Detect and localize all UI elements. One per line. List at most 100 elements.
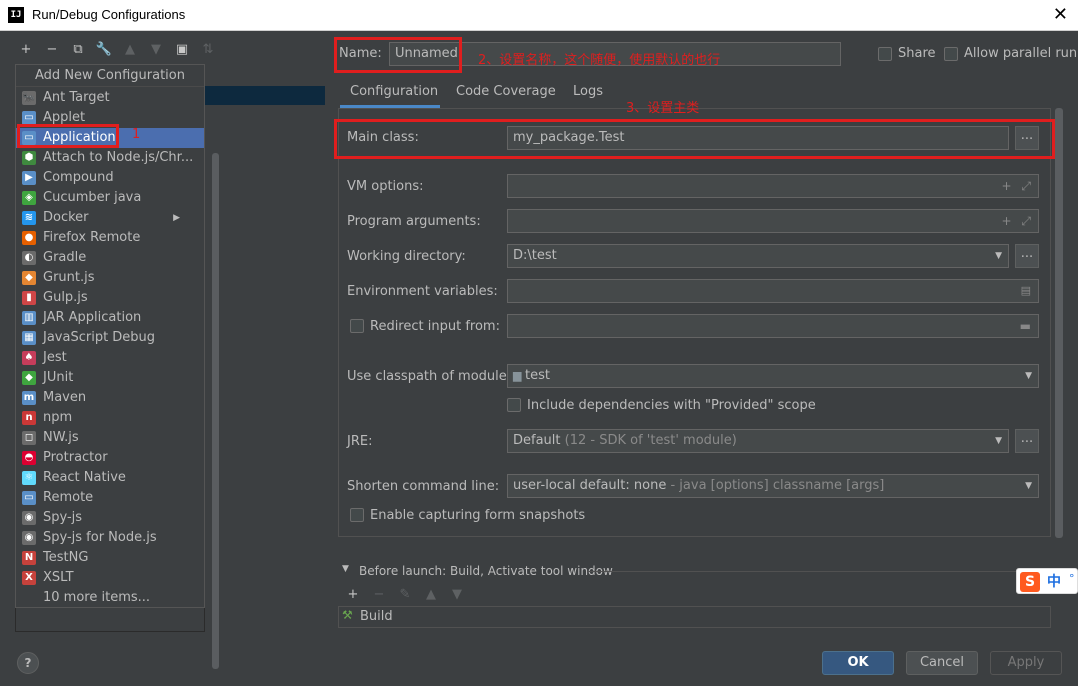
popup-item-grunt-js[interactable]: ◆ Grunt.js xyxy=(16,268,204,288)
before-launch-title: Before launch: Build, Activate tool wind… xyxy=(359,564,613,578)
expand-icon[interactable]: + ⤢ xyxy=(1002,175,1034,197)
annotation-step-1: 1 xyxy=(132,127,141,142)
shorten-command-line-select[interactable]: user-local default: none - java [options… xyxy=(507,474,1039,498)
share-checkbox[interactable] xyxy=(878,47,892,61)
add-task-icon[interactable]: + xyxy=(344,586,362,604)
copy-icon[interactable]: ⧉ xyxy=(69,41,87,59)
before-launch-expand-icon[interactable]: ▼ xyxy=(342,564,349,574)
redirect-input-field[interactable]: ▬ xyxy=(507,314,1039,338)
panel-scrollbar[interactable] xyxy=(1055,108,1063,538)
vm-options-label: VM options: xyxy=(347,179,424,194)
popup-item-label: Remote xyxy=(43,490,94,505)
allow-parallel-checkbox[interactable] xyxy=(944,47,958,61)
shorten-command-line-label: Shorten command line: xyxy=(347,479,500,494)
redirect-input-checkbox[interactable] xyxy=(350,319,364,333)
cancel-button[interactable]: Cancel xyxy=(906,651,978,675)
build-task-label[interactable]: Build xyxy=(360,609,393,624)
remove-icon[interactable]: − xyxy=(43,41,61,59)
popup-item-cucumber-java[interactable]: ◈ Cucumber java xyxy=(16,188,204,208)
popup-item-xslt[interactable]: X XSLT xyxy=(16,568,204,588)
classpath-module-select[interactable]: ▆ test ▼ xyxy=(507,364,1039,388)
add-icon[interactable]: + xyxy=(17,41,35,59)
jest-icon: ♠ xyxy=(22,351,36,365)
provided-scope-checkbox[interactable] xyxy=(507,398,521,412)
module-folder-icon: ▆ xyxy=(513,369,525,382)
task-down-icon[interactable]: ▼ xyxy=(448,586,466,604)
popup-item-label: Spy-js xyxy=(43,510,83,525)
tree-selection-highlight xyxy=(205,86,325,105)
working-directory-field[interactable]: D:\test ▼ xyxy=(507,244,1009,268)
classpath-module-label: Use classpath of module: xyxy=(347,369,512,384)
expand-icon[interactable]: + ⤢ xyxy=(1002,210,1034,232)
new-folder-icon[interactable]: ▣ xyxy=(173,41,191,59)
folder-icon[interactable]: ▬ xyxy=(1020,315,1034,337)
edit-task-icon[interactable]: ✎ xyxy=(396,586,414,604)
popup-item-nw-js[interactable]: ◻ NW.js xyxy=(16,428,204,448)
popup-item-jest[interactable]: ♠ Jest xyxy=(16,348,204,368)
ime-widget[interactable]: S 中 ° xyxy=(1016,568,1078,594)
nwjs-icon: ◻ xyxy=(22,431,36,445)
help-button[interactable]: ? xyxy=(17,652,39,674)
title-bar: IJ Run/Debug Configurations ✕ xyxy=(0,0,1078,31)
chevron-down-icon[interactable]: ▼ xyxy=(995,245,1002,267)
docker-icon: ≋ xyxy=(22,211,36,225)
popup-item-attach-to-node-js-chr[interactable]: ⬢ Attach to Node.js/Chr... xyxy=(16,148,204,168)
remote-icon: ▭ xyxy=(22,491,36,505)
popup-scrollbar[interactable] xyxy=(212,153,219,669)
sort-icon[interactable]: ⇅ xyxy=(199,41,217,59)
compound-icon: ▶ xyxy=(22,171,36,185)
testng-icon: N xyxy=(22,551,36,565)
before-launch-task-list[interactable]: ⚒ Build xyxy=(338,606,1051,628)
react-icon: ⚛ xyxy=(22,471,36,485)
list-icon[interactable]: ▤ xyxy=(1021,280,1034,302)
popup-item-protractor[interactable]: ◓ Protractor xyxy=(16,448,204,468)
jre-value: Default xyxy=(513,433,561,448)
working-directory-browse-button[interactable]: ... xyxy=(1015,244,1039,268)
chevron-down-icon[interactable]: ▼ xyxy=(995,430,1002,452)
popup-item-testng[interactable]: N TestNG xyxy=(16,548,204,568)
jre-browse-button[interactable]: ... xyxy=(1015,429,1039,453)
popup-item-compound[interactable]: ▶ Compound xyxy=(16,168,204,188)
popup-item-gulp-js[interactable]: ▮ Gulp.js xyxy=(16,288,204,308)
tab-logs[interactable]: Logs xyxy=(573,84,603,99)
wrench-icon[interactable]: 🔧 xyxy=(95,41,113,59)
popup-item-label: JavaScript Debug xyxy=(43,330,156,345)
spyjs-icon: ◉ xyxy=(22,511,36,525)
snapshots-checkbox[interactable] xyxy=(350,508,364,522)
shorten-value: user-local default: none xyxy=(513,478,667,493)
popup-item-firefox-remote[interactable]: ● Firefox Remote xyxy=(16,228,204,248)
jar-icon: ▥ xyxy=(22,311,36,325)
apply-button[interactable]: Apply xyxy=(990,651,1062,675)
move-down-icon[interactable]: ▼ xyxy=(147,41,165,59)
environment-variables-field[interactable]: ▤ xyxy=(507,279,1039,303)
popup-item-junit[interactable]: ◆ JUnit xyxy=(16,368,204,388)
task-up-icon[interactable]: ▲ xyxy=(422,586,440,604)
popup-item-maven[interactable]: m Maven xyxy=(16,388,204,408)
popup-item-ant-target[interactable]: 🐜 Ant Target xyxy=(16,88,204,108)
move-up-icon[interactable]: ▲ xyxy=(121,41,139,59)
popup-item-react-native[interactable]: ⚛ React Native xyxy=(16,468,204,488)
popup-item-label: Firefox Remote xyxy=(43,230,141,245)
program-arguments-field[interactable]: + ⤢ xyxy=(507,209,1039,233)
popup-item-10-more-items[interactable]: 10 more items... xyxy=(16,588,204,608)
popup-item-remote[interactable]: ▭ Remote xyxy=(16,488,204,508)
chevron-down-icon[interactable]: ▼ xyxy=(1025,475,1032,497)
ok-button[interactable]: OK xyxy=(822,651,894,675)
vm-options-field[interactable]: + ⤢ xyxy=(507,174,1039,198)
grunt-icon: ◆ xyxy=(22,271,36,285)
popup-item-spy-js[interactable]: ◉ Spy-js xyxy=(16,508,204,528)
popup-item-jar-application[interactable]: ▥ JAR Application xyxy=(16,308,204,328)
remove-task-icon[interactable]: − xyxy=(370,586,388,604)
chevron-down-icon[interactable]: ▼ xyxy=(1025,365,1032,387)
popup-item-npm[interactable]: n npm xyxy=(16,408,204,428)
close-icon[interactable]: ✕ xyxy=(1053,4,1068,25)
popup-item-label: Ant Target xyxy=(43,90,110,105)
jre-select[interactable]: Default (12 - SDK of 'test' module) ▼ xyxy=(507,429,1009,453)
popup-item-spy-js-for-node-js[interactable]: ◉ Spy-js for Node.js xyxy=(16,528,204,548)
popup-item-docker[interactable]: ≋ Docker ▶ xyxy=(16,208,204,228)
popup-item-gradle[interactable]: ◐ Gradle xyxy=(16,248,204,268)
tab-configuration[interactable]: Configuration xyxy=(350,84,438,99)
tab-code-coverage[interactable]: Code Coverage xyxy=(456,84,556,99)
popup-item-javascript-debug[interactable]: ▦ JavaScript Debug xyxy=(16,328,204,348)
popup-item-label: Cucumber java xyxy=(43,190,142,205)
